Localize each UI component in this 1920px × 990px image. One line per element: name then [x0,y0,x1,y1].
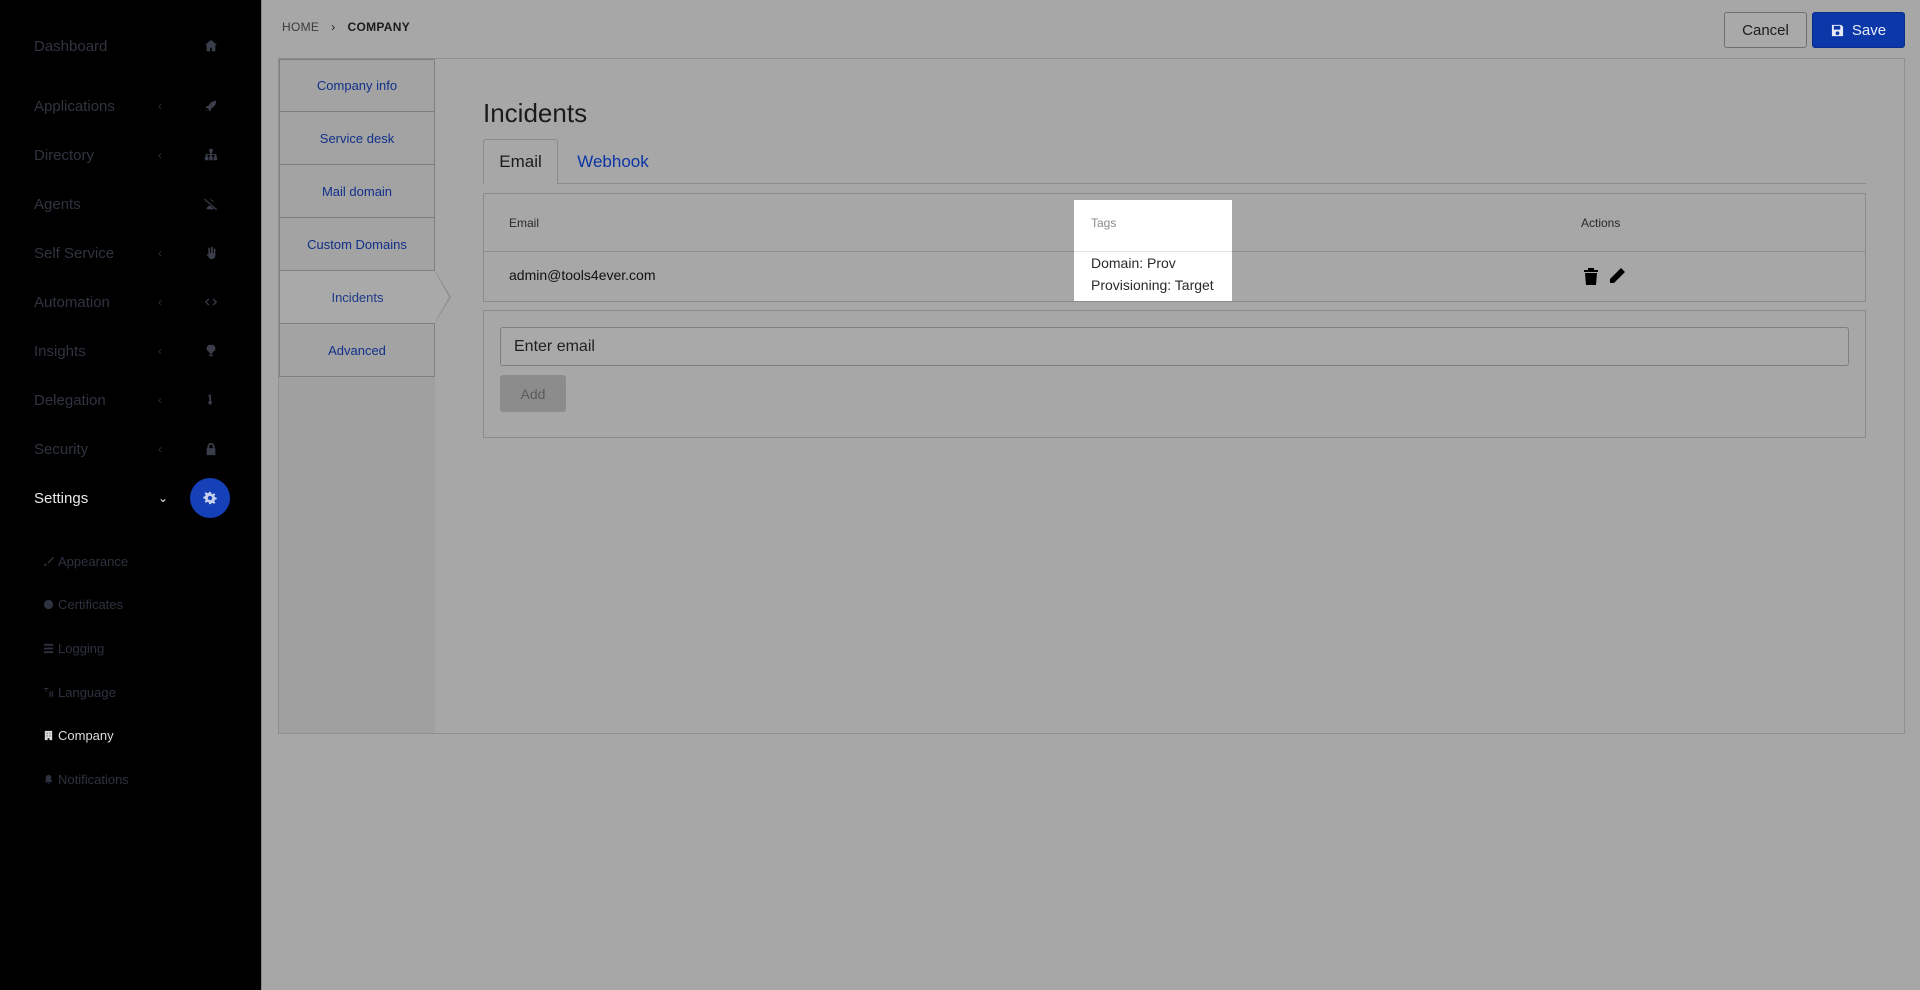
tab-email[interactable]: Email [483,139,558,185]
settings-panel: Company info Service desk Mail domain Cu… [278,58,1905,734]
sidebar-item-delegation[interactable]: Delegation ‹ [0,378,261,422]
chevron-left-icon: ‹ [158,148,162,162]
sidebar-item-agents[interactable]: Agents [0,182,261,226]
vtab-incidents-label: Incidents [331,289,384,305]
sidebar-item-label: Self Service [34,244,115,262]
chevron-left-icon: ‹ [158,442,162,456]
chevron-down-icon: ⌄ [158,491,169,505]
brush-icon [42,555,54,567]
sidebar-subitem-label: Notifications [58,771,129,787]
sidebar-subitem-logging[interactable]: Logging [42,637,104,659]
sidebar-subitem-label: Logging [58,640,105,656]
sidebar-item-applications[interactable]: Applications ‹ [0,84,261,128]
table-cell-tag: Provisioning: Target [1091,277,1214,293]
home-icon [200,35,222,57]
table-cell-tag: Domain: Prov [1091,255,1176,271]
page-title: Incidents [483,98,588,128]
code-icon [200,291,222,313]
vtab-incidents[interactable]: Incidents [279,271,451,324]
chevron-left-icon: ‹ [158,393,162,407]
sidebar-item-security[interactable]: Security ‹ [0,427,261,471]
breadcrumb: HOME › COMPANY [282,20,410,34]
sidebar-item-settings[interactable]: Settings ⌄ [0,476,261,520]
vtab-custom-domains[interactable]: Custom Domains [279,218,435,271]
row-actions [1581,266,1627,286]
sidebar-item-label: Applications [34,97,115,115]
sidebar-item-label: Delegation [34,391,106,409]
sidebar-subitem-company[interactable]: Company [42,724,114,746]
sidebar-item-label: Agents [34,195,81,213]
translate-icon [42,686,54,698]
sidebar: Dashboard Applications ‹ Directory ‹ Age… [0,0,261,990]
hand-icon [200,242,222,264]
circle-icon [42,598,54,610]
sidebar-subitem-label: Appearance [58,553,129,569]
breadcrumb-current: COMPANY [347,20,411,34]
active-tab-pointer-fill [435,272,449,322]
chevron-left-icon: ‹ [158,344,162,358]
vtab-service-desk[interactable]: Service desk [279,112,435,165]
arrow-icon [200,389,222,411]
row-divider [1074,251,1232,252]
sidebar-subitem-certificates[interactable]: Certificates [42,593,123,615]
sidebar-item-label: Directory [34,146,95,164]
tab-webhook[interactable]: Webhook [558,139,668,185]
user-slash-icon [200,193,222,215]
sidebar-subitem-label: Language [58,684,116,700]
sidebar-subitem-notifications[interactable]: Notifications [42,768,129,790]
sidebar-item-automation[interactable]: Automation ‹ [0,280,261,324]
main-content: HOME › COMPANY Cancel Save Company info … [261,0,1920,990]
column-header-tags: Tags [1091,216,1117,230]
trash-icon[interactable] [1581,266,1601,286]
sidebar-item-label: Dashboard [34,37,108,55]
sitemap-icon [200,144,222,166]
vertical-tabs: Company info Service desk Mail domain Cu… [279,59,451,733]
sidebar-item-label: Automation [34,293,110,311]
rocket-icon [200,95,222,117]
sidebar-item-label: Insights [34,342,86,360]
email-input[interactable] [500,327,1849,366]
sidebar-subitem-label: Company [58,727,114,743]
sidebar-item-label: Security [34,440,89,458]
vtab-company-info[interactable]: Company info [279,59,435,112]
sidebar-item-directory[interactable]: Directory ‹ [0,133,261,177]
breadcrumb-home[interactable]: HOME [282,20,319,34]
list-icon [42,642,54,654]
cancel-button[interactable]: Cancel [1724,12,1807,48]
tags-column-highlight: Tags Domain: Prov Provisioning: Target [1074,200,1232,301]
building-icon [42,729,54,741]
sidebar-item-insights[interactable]: Insights ‹ [0,329,261,373]
sidebar-subitem-label: Certificates [58,596,124,612]
vtab-mail-domain[interactable]: Mail domain [279,165,435,218]
save-button[interactable]: Save [1812,12,1905,48]
lightbulb-icon [200,340,222,362]
table-cell-email: admin@tools4ever.com [509,267,656,283]
column-header-email: Email [509,216,540,230]
chevron-left-icon: ‹ [158,246,162,260]
pencil-icon[interactable] [1607,266,1627,286]
sidebar-item-dashboard[interactable]: Dashboard [0,24,261,68]
gear-icon [190,478,230,518]
lock-icon [200,438,222,460]
add-email-form: Add [483,310,1866,438]
chevron-left-icon: ‹ [158,99,162,113]
chevron-left-icon: ‹ [158,295,162,309]
add-button[interactable]: Add [500,375,566,412]
column-header-actions: Actions [1581,216,1621,230]
chevron-right-icon: › [331,20,336,34]
sidebar-item-label: Settings [34,489,89,507]
save-button-label: Save [1851,21,1887,39]
incident-tabs: Email Webhook [483,139,1866,185]
vtab-advanced[interactable]: Advanced [279,324,435,377]
email-table: Email Actions admin@tools4ever.com Tags … [483,193,1866,302]
floppy-disk-icon [1831,24,1843,36]
sidebar-item-self-service[interactable]: Self Service ‹ [0,231,261,275]
bell-icon [42,773,54,785]
sidebar-subitem-appearance[interactable]: Appearance [42,550,128,572]
sidebar-subitem-language[interactable]: Language [42,681,116,703]
